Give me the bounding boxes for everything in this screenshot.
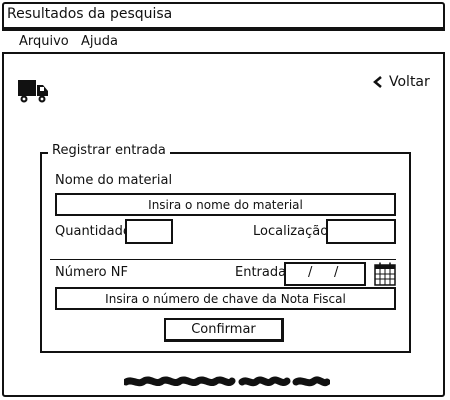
quantity-input[interactable] <box>125 219 173 244</box>
material-label: Nome do material <box>55 173 173 188</box>
nf-key-input[interactable]: Insira o número de chave da Nota Fiscal <box>55 287 396 310</box>
quantity-label: Quantidade <box>55 224 131 239</box>
section-divider <box>50 259 396 260</box>
menu-item-arquivo[interactable]: Arquivo <box>19 34 69 49</box>
location-input[interactable] <box>326 219 396 244</box>
material-name-input[interactable]: Insira o nome do material <box>55 193 396 216</box>
nf-number-label: Número NF <box>55 265 128 280</box>
menu-bar: Arquivo Ajuda <box>2 29 445 54</box>
back-label: Voltar <box>389 74 430 90</box>
calendar-icon[interactable] <box>374 262 396 286</box>
chevron-left-icon <box>373 76 382 88</box>
group-legend: Registrar entrada <box>48 143 170 158</box>
entry-date-label: Entrada <box>235 265 287 280</box>
date-separator: / <box>334 265 339 280</box>
footer-scribble <box>124 376 330 387</box>
window-title: Resultados da pesquisa <box>7 6 173 22</box>
title-bar: Resultados da pesquisa <box>2 2 445 29</box>
back-link[interactable]: Voltar <box>373 74 430 90</box>
location-label: Localização <box>253 224 329 239</box>
date-separator: / <box>308 265 313 280</box>
truck-icon <box>18 80 48 103</box>
entry-date-input[interactable] <box>284 262 366 286</box>
menu-item-ajuda[interactable]: Ajuda <box>81 34 118 49</box>
confirm-button[interactable]: Confirmar <box>164 318 284 342</box>
